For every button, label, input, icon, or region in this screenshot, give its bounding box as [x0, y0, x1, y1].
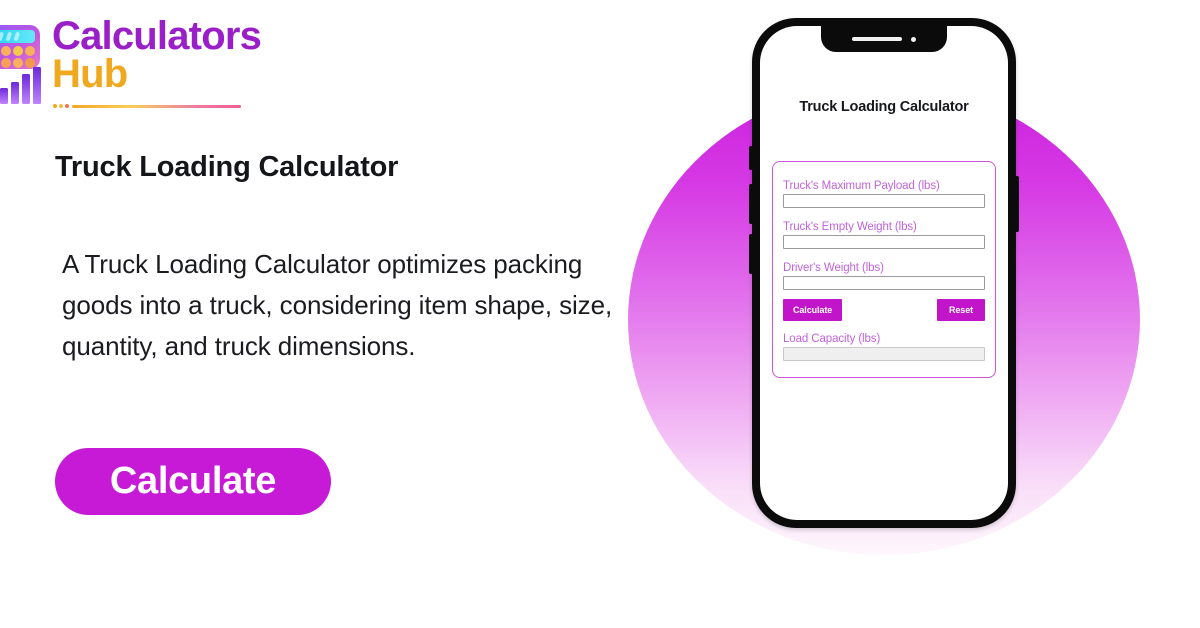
volume-down-button[interactable] [749, 234, 753, 274]
brand-dots-icon [53, 104, 69, 108]
phone-mockup: Truck Loading Calculator Truck's Maximum… [749, 18, 1019, 528]
phone-screen: Truck Loading Calculator Truck's Maximum… [760, 26, 1008, 520]
phone-notch [821, 26, 947, 52]
brand-wordmark: Calculators Hub [52, 14, 262, 96]
app-reset-button[interactable]: Reset [936, 299, 985, 321]
speaker-grill-icon [852, 37, 902, 41]
brand-logo[interactable]: Calculators Hub [0, 12, 262, 110]
volume-up-button[interactable] [749, 184, 753, 224]
app-calculate-button[interactable]: Calculate [783, 299, 843, 321]
form-actions: Calculate Reset [783, 299, 985, 321]
right-visual-panel: Truck Loading Calculator Truck's Maximum… [600, 0, 1200, 628]
field-label-load-capacity: Load Capacity (lbs) [783, 333, 881, 345]
front-camera-icon [911, 36, 916, 42]
brand-name-line1: Calculators [52, 14, 262, 58]
field-label-driver-weight: Driver's Weight (lbs) [783, 262, 884, 274]
brand-underline [53, 102, 241, 110]
empty-weight-input[interactable] [783, 235, 985, 249]
silence-switch-button[interactable] [749, 146, 753, 170]
left-content-panel: Calculators Hub Truck Loading Calculator… [0, 0, 640, 628]
app-title: Truck Loading Calculator [799, 99, 969, 115]
driver-weight-input[interactable] [783, 276, 985, 290]
max-payload-input[interactable] [783, 194, 985, 208]
load-capacity-output [783, 347, 985, 361]
calculator-bar-chart-icon [0, 12, 48, 104]
calculator-form-card: Truck's Maximum Payload (lbs) Truck's Em… [772, 161, 996, 378]
field-label-empty-weight: Truck's Empty Weight (lbs) [783, 221, 917, 233]
field-label-max-payload: Truck's Maximum Payload (lbs) [783, 180, 940, 192]
page-title: Truck Loading Calculator [55, 151, 399, 184]
page-description: A Truck Loading Calculator optimizes pac… [62, 249, 613, 361]
brand-rule [72, 104, 241, 108]
power-button[interactable] [1015, 176, 1019, 232]
brand-name-line2: Hub [52, 52, 128, 96]
calculate-cta-button[interactable]: Calculate [55, 448, 331, 515]
